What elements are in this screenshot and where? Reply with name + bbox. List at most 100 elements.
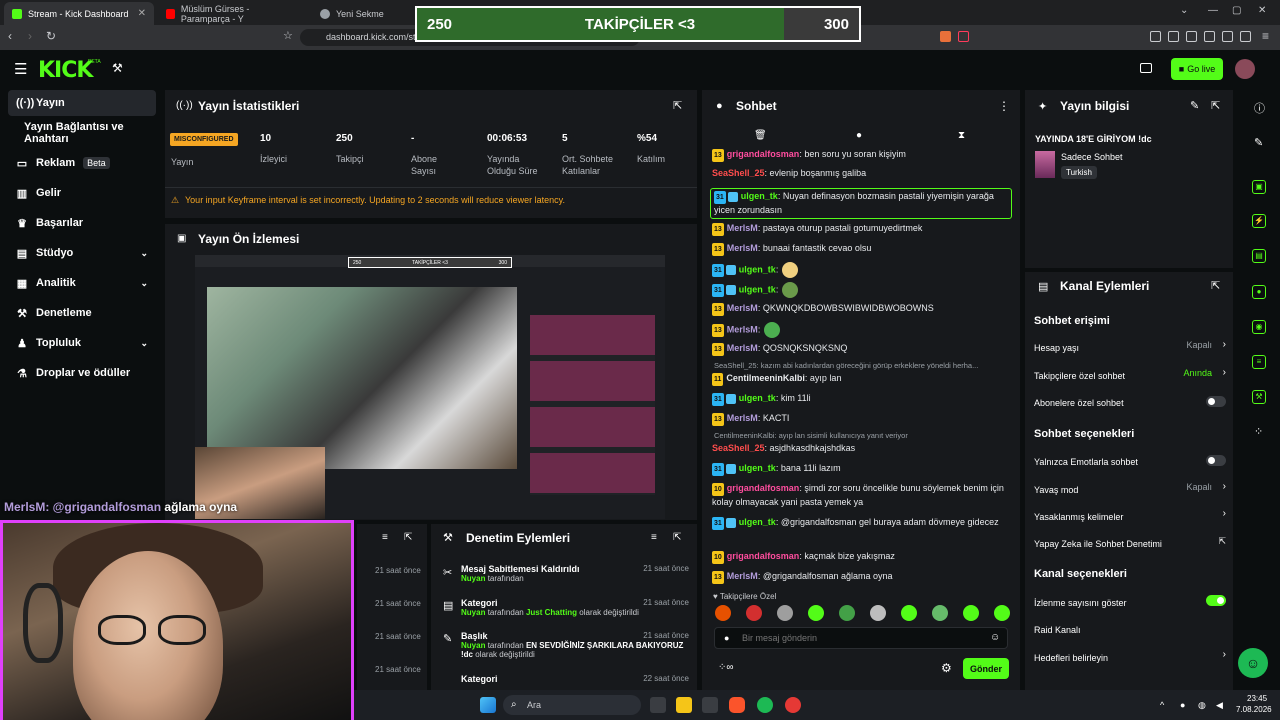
brave-shield-icon[interactable]: [940, 31, 951, 42]
calculator-icon[interactable]: [702, 697, 718, 713]
chat-username[interactable]: grigandalfosman: [727, 551, 800, 561]
brave-browser-icon[interactable]: [729, 697, 745, 713]
send-button[interactable]: Gönder: [963, 658, 1009, 679]
clock-time[interactable]: 23:45: [1247, 694, 1267, 703]
tab-list-icon[interactable]: ⌄: [1180, 5, 1188, 16]
chat-username[interactable]: ulgen_tk: [739, 517, 776, 527]
chat-message[interactable]: 13 MerlsM: bunaai fantastik cevao olsu: [712, 242, 1012, 256]
chat-username[interactable]: ulgen_tk: [739, 463, 776, 473]
chat-username[interactable]: MerlsM: [727, 571, 758, 581]
close-tab-icon[interactable]: ✕: [138, 8, 146, 19]
vpn-icon[interactable]: [1222, 31, 1233, 42]
popout-icon[interactable]: ⇱: [673, 532, 681, 543]
sidebar-item-analytics[interactable]: ▦ Analitik ⌄: [8, 270, 156, 296]
account-age-row[interactable]: Hesap yaşı Kapalı ›: [1034, 339, 1226, 354]
chat-message[interactable]: 10 grigandalfosman: şimdi zor soru önceli…: [712, 482, 1012, 509]
chat-message[interactable]: 31 ulgen_tk: @grigandalfosman gel buraya …: [712, 516, 1012, 530]
sidebar-item-studio[interactable]: ▤ Stüdyo ⌄: [8, 240, 156, 266]
download-icon[interactable]: [1240, 31, 1251, 42]
chat-message[interactable]: 13 MerlsM: QKWNQKDBOWBSWIBWIDBWOBOWNS: [712, 302, 1012, 316]
studio-icon[interactable]: [1140, 63, 1152, 73]
chat-username[interactable]: MerlsM: [727, 413, 758, 423]
sidebar-item-stream[interactable]: ((·)) Yayın: [8, 90, 156, 116]
network-icon[interactable]: ◍: [1198, 700, 1206, 711]
chat-message[interactable]: 31 ulgen_tk: bana 11li lazım: [712, 462, 1012, 476]
pencil-icon[interactable]: ✎: [1254, 136, 1263, 149]
gear-icon[interactable]: ⚙: [941, 661, 952, 675]
obs-icon[interactable]: [785, 697, 801, 713]
chat-message[interactable]: 31 ulgen_tk: kim 11li: [712, 392, 1012, 406]
chat-message[interactable]: 13 MerlsM: pastaya oturup pastali gotumuy…: [712, 222, 1012, 236]
close-window-icon[interactable]: ✕: [1258, 5, 1266, 16]
chat-username[interactable]: grigandalfosman: [727, 483, 800, 493]
chat-username[interactable]: CentilmeeninKalbi: [726, 373, 805, 383]
popout-icon[interactable]: ⇱: [673, 99, 682, 112]
sidebar-item-moderation[interactable]: ⚒ Denetleme: [8, 300, 156, 326]
emote-icon[interactable]: [901, 605, 917, 621]
chat-message[interactable]: 31 ulgen_tk:: [712, 262, 1012, 278]
emote-icon[interactable]: [715, 605, 731, 621]
emote-icon[interactable]: [746, 605, 762, 621]
rail-wrench-icon[interactable]: ⚒: [1252, 390, 1266, 404]
emote-icon[interactable]: [808, 605, 824, 621]
chat-message[interactable]: 13 MerlsM: QOSNQKSNQKSNQ: [712, 342, 1012, 356]
chat-message[interactable]: 13 grigandalfosman: ben soru yu soran kiş…: [712, 148, 1012, 162]
tray-chevron-icon[interactable]: ^: [1160, 700, 1164, 710]
edit-icon[interactable]: ✎: [1190, 99, 1199, 112]
trash-icon[interactable]: 🗑: [754, 130, 767, 141]
chat-message[interactable]: 31 ulgen_tk:: [712, 282, 1012, 298]
chat-message[interactable]: SeaShell_25: evlenip boşanmış galiba: [712, 167, 1012, 180]
chat-username[interactable]: ulgen_tk: [739, 393, 776, 403]
chat-username[interactable]: MerlsM: [727, 324, 758, 334]
popout-icon[interactable]: ⇱: [1211, 279, 1220, 292]
chat-username[interactable]: MerlsM: [727, 243, 758, 253]
chat-username[interactable]: SeaShell_25: [712, 168, 765, 178]
go-live-button[interactable]: ■ Go live: [1171, 58, 1223, 80]
filter-icon[interactable]: ≡: [651, 532, 657, 543]
chat-message[interactable]: 10 grigandalfosman: kaçmak bize yakışmaz: [712, 550, 1012, 564]
task-view-icon[interactable]: [650, 697, 666, 713]
emoji-icon[interactable]: ☺: [990, 632, 1000, 643]
popout-icon[interactable]: ⇱: [1211, 99, 1220, 112]
emote-icon[interactable]: [839, 605, 855, 621]
file-explorer-icon[interactable]: [676, 697, 692, 713]
chat-username[interactable]: MerlsM: [727, 223, 758, 233]
chat-username[interactable]: SeaShell_25: [712, 443, 765, 453]
browser-tab-new[interactable]: Yeni Sekme: [312, 2, 412, 25]
wallet-icon[interactable]: [1204, 31, 1215, 42]
browser-tab-youtube[interactable]: Müslüm Gürses - Paramparça - Y: [158, 2, 308, 25]
sidebar-item-achievements[interactable]: ♛ Başarılar: [8, 210, 156, 236]
support-chat-button[interactable]: ☺: [1238, 648, 1268, 678]
chat-message[interactable]: 11 CentilmeeninKalbi: ayıp lan: [712, 372, 1012, 386]
avatar[interactable]: [1235, 59, 1255, 79]
emote-icon[interactable]: [963, 605, 979, 621]
emote-only-toggle[interactable]: [1206, 455, 1226, 466]
popout-icon[interactable]: ⇱: [404, 532, 412, 543]
raid-row[interactable]: Raid Kanalı: [1034, 622, 1226, 636]
extension-icon[interactable]: [1150, 31, 1161, 42]
emote-icon[interactable]: [994, 605, 1010, 621]
browser-tab-kick[interactable]: Stream - Kick Dashboard ✕: [4, 2, 154, 25]
chat-username[interactable]: ulgen_tk: [741, 191, 778, 201]
subs-only-toggle[interactable]: [1206, 396, 1226, 407]
filter-icon[interactable]: ≡: [382, 532, 388, 543]
rewards-icon[interactable]: [958, 31, 969, 42]
rail-broadcast-icon[interactable]: ◉: [1252, 320, 1266, 334]
chat-message[interactable]: 13 MerlsM:: [712, 322, 1012, 338]
goals-row[interactable]: Hedefleri belirleyin ›: [1034, 649, 1226, 664]
chat-username[interactable]: MerlsM: [727, 343, 758, 353]
chat-bubble-icon[interactable]: ●: [856, 130, 862, 141]
forward-icon[interactable]: ›: [28, 29, 32, 43]
rail-doc-icon[interactable]: ▤: [1252, 249, 1266, 263]
chat-input[interactable]: [742, 630, 972, 646]
bookmark-icon[interactable]: ☆: [283, 29, 293, 42]
windows-start-icon[interactable]: [480, 697, 496, 713]
mic-icon[interactable]: ●: [1180, 700, 1185, 710]
emote-icon[interactable]: [870, 605, 886, 621]
hamburger-menu-icon[interactable]: ☰: [14, 60, 27, 78]
emote-icon[interactable]: [777, 605, 793, 621]
sidebar-item-revenue[interactable]: ▥ Gelir: [8, 180, 156, 206]
chat-message[interactable]: SeaShell_25: asjdhkasdhkajshdkas: [712, 442, 1012, 455]
taskbar-search[interactable]: Ara: [503, 695, 641, 715]
sidebar-item-drops[interactable]: ⚗ Droplar ve ödüller: [8, 360, 156, 386]
